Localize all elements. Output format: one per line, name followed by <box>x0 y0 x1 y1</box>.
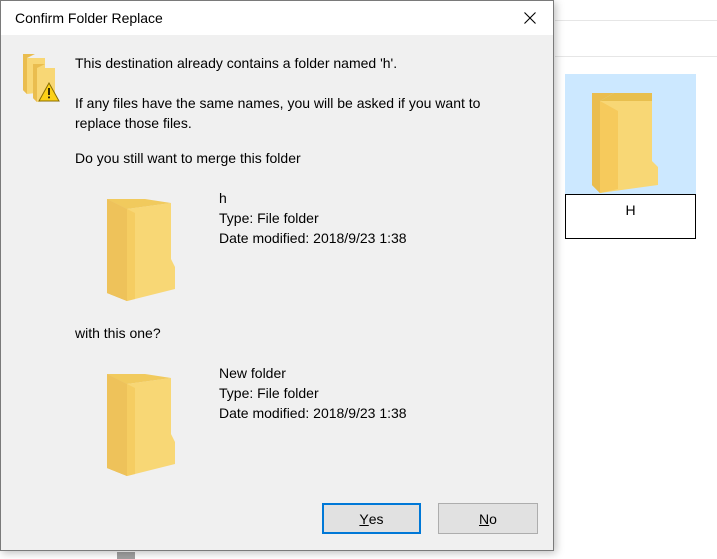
message-line-2b: replace those files. <box>75 115 192 131</box>
incoming-folder-name: New folder <box>219 365 286 381</box>
message-line-1: This destination already contains a fold… <box>75 55 398 71</box>
merge-question: Do you still want to merge this folder <box>75 150 301 166</box>
existing-folder-name: h <box>219 190 227 206</box>
with-this-one-text: with this one? <box>75 325 161 341</box>
close-button[interactable] <box>507 1 553 35</box>
explorer-scrollbar-thumb[interactable] <box>117 552 135 559</box>
folder-warning-icon <box>21 52 61 108</box>
yes-button[interactable]: Yes <box>322 503 421 534</box>
folder-icon <box>105 372 177 482</box>
folder-rename-field[interactable]: H <box>565 194 696 239</box>
dialog-titlebar[interactable]: Confirm Folder Replace <box>1 1 553 35</box>
folder-icon <box>588 89 660 197</box>
no-mnemonic: N <box>479 510 490 527</box>
desktop: C H Confirm Folder Replace <box>0 0 717 559</box>
yes-label-rest: es <box>368 510 384 527</box>
explorer-divider <box>555 56 717 57</box>
folder-label: H <box>625 202 636 218</box>
folder-icon <box>105 197 177 307</box>
explorer-divider <box>555 20 717 21</box>
dialog-title: Confirm Folder Replace <box>15 10 163 26</box>
no-button[interactable]: No <box>438 503 538 534</box>
close-icon <box>524 12 536 24</box>
confirm-folder-replace-dialog: Confirm Folder Replace This destination … <box>0 0 554 551</box>
existing-folder-date: Date modified: 2018/9/23 1:38 <box>219 230 407 246</box>
no-label-rest: o <box>489 510 497 527</box>
yes-mnemonic: Y <box>359 510 369 527</box>
message-line-2a: If any files have the same names, you wi… <box>75 95 481 111</box>
existing-folder-type: Type: File folder <box>219 210 319 226</box>
incoming-folder-date: Date modified: 2018/9/23 1:38 <box>219 405 407 421</box>
incoming-folder-type: Type: File folder <box>219 385 319 401</box>
explorer-selected-folder[interactable] <box>565 74 696 194</box>
